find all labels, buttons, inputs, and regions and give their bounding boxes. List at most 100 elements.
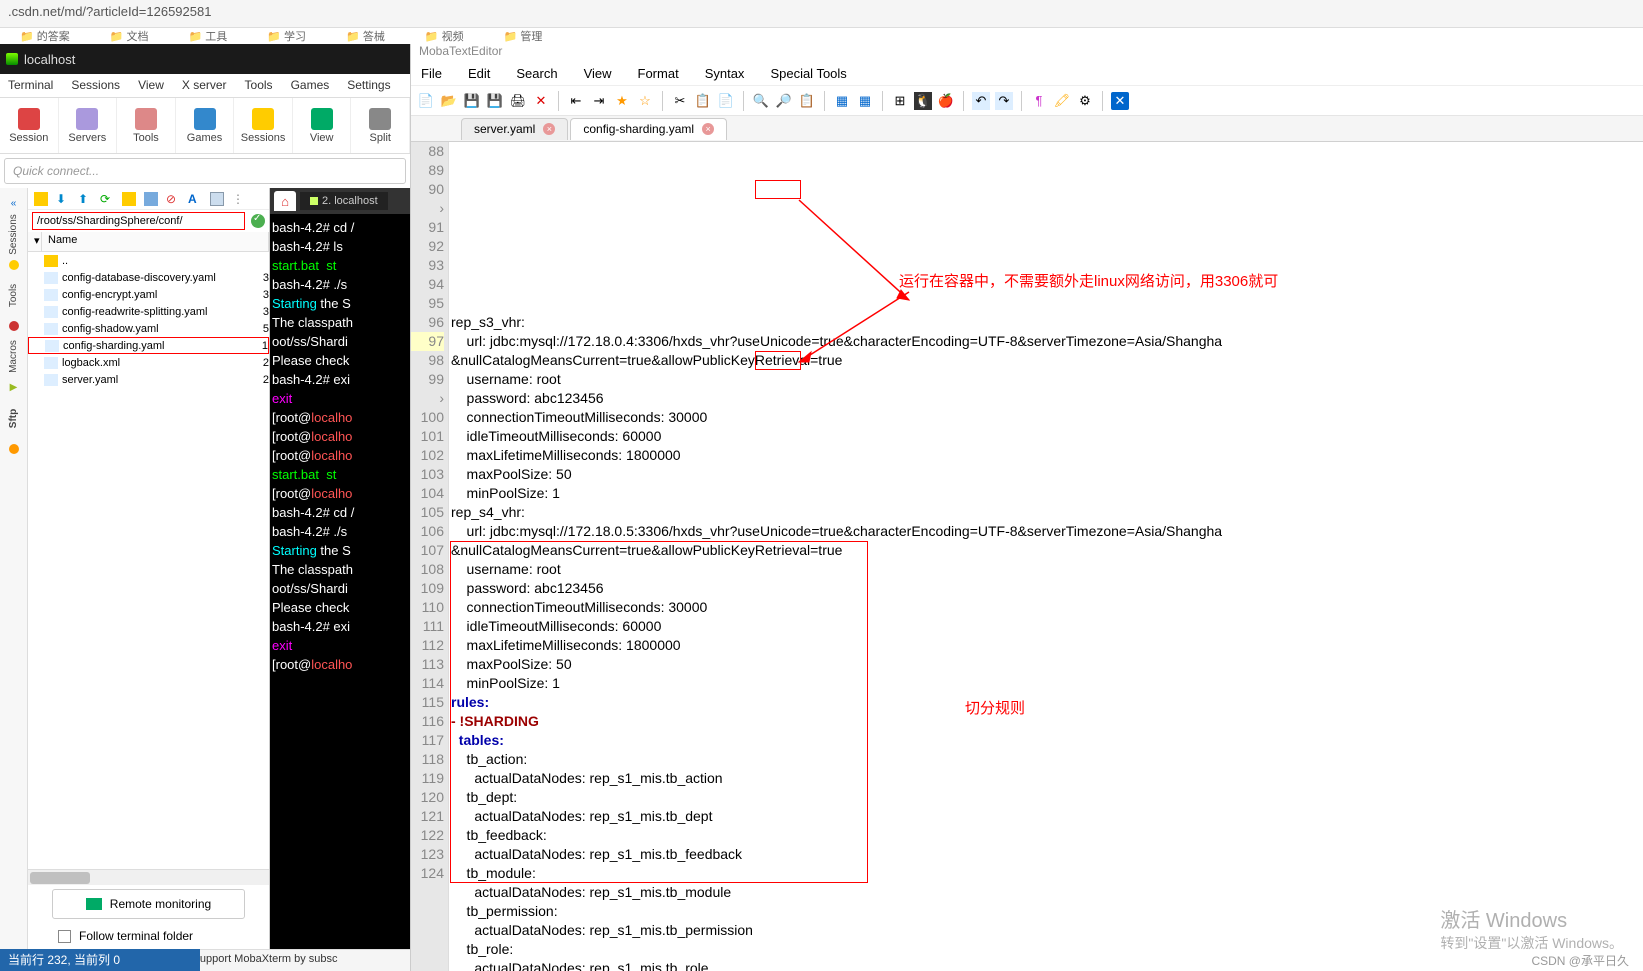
line-gutter: 888990 ›919293949596979899 ›100101102103…	[411, 142, 449, 971]
side-tab-macros[interactable]: Macros	[8, 340, 19, 373]
new-icon[interactable]: 📄	[417, 92, 435, 110]
tab-close-icon[interactable]: ×	[543, 123, 555, 135]
moba-menu-item[interactable]: View	[138, 78, 164, 93]
x-icon[interactable]: ✕	[1111, 92, 1129, 110]
saveall-icon[interactable]: 💾	[486, 92, 504, 110]
terminal-home-tab[interactable]: ⌂	[274, 191, 296, 211]
star2-icon[interactable]: ☆	[636, 92, 654, 110]
file-row[interactable]: config-encrypt.yaml3	[28, 286, 269, 303]
tb-view[interactable]: View	[293, 98, 352, 153]
paste-icon[interactable]: 📄	[717, 92, 735, 110]
side-tab-tools[interactable]: Tools	[8, 284, 19, 307]
sftp-panel: ⬇ ⬆ ⟳ ⊘ A ⋮ ▾Name ..config-datab	[28, 188, 270, 949]
file-row[interactable]: config-database-discovery.yaml3	[28, 269, 269, 286]
star-icon[interactable]: ★	[613, 92, 631, 110]
moba-menu-item[interactable]: Terminal	[8, 78, 53, 93]
side-tab-sftp[interactable]: Sftp	[8, 409, 19, 428]
windows-activation-watermark: 激活 Windows 转到"设置"以激活 Windows。	[1440, 904, 1623, 953]
cut-icon[interactable]: ✂	[671, 92, 689, 110]
highlight-icon[interactable]: 🖍	[1053, 92, 1071, 110]
tab-close-icon[interactable]: ×	[702, 123, 714, 135]
ed-menu-item[interactable]: File	[421, 66, 442, 83]
annotation-text-1: 运行在容器中，不需要额外走linux网络访问，用3306就可	[899, 272, 1278, 291]
terminal-panel[interactable]: ⌂ 2. localhost bash-4.2# cd /bash-4.2# l…	[270, 188, 410, 949]
outdent-icon[interactable]: ⇤	[567, 92, 585, 110]
moba-menubar[interactable]: Terminal Sessions View X server Tools Games Se…	[0, 74, 410, 98]
save-icon[interactable]: 💾	[463, 92, 481, 110]
replace-icon[interactable]: 🔎	[775, 92, 793, 110]
moba-side-tabs[interactable]: « Sessions Tools Macros ▶ Sftp	[0, 188, 28, 949]
file-icon[interactable]	[144, 192, 158, 206]
tb-session[interactable]: Session	[0, 98, 59, 153]
star-icon	[9, 260, 19, 270]
win-icon[interactable]: ⊞	[891, 92, 909, 110]
edit-icon[interactable]	[210, 192, 224, 206]
ed-menu-item[interactable]: Search	[516, 66, 557, 83]
file-row[interactable]: server.yaml2	[28, 371, 269, 388]
editor-toolbar[interactable]: 📄 📂 💾 💾 🖨 ✕ ⇤ ⇥ ★ ☆ ✂ 📋 📄 🔍 🔎 📋 ▦ ▦ ⊞ 🐧	[411, 86, 1643, 116]
pilcrow-icon[interactable]: ¶	[1030, 92, 1048, 110]
moba-menu-item[interactable]: Tools	[245, 78, 273, 93]
terminal-tab[interactable]: 2. localhost	[300, 192, 388, 210]
remote-monitoring-button[interactable]: Remote monitoring	[52, 889, 245, 919]
block2-icon[interactable]: ▦	[856, 92, 874, 110]
undo-icon[interactable]: ↶	[972, 92, 990, 110]
tb-split[interactable]: Split	[351, 98, 410, 153]
file-list-header[interactable]: ▾Name	[28, 232, 269, 252]
checkbox-icon[interactable]	[58, 930, 71, 943]
editor-menubar[interactable]: File Edit Search View Format Syntax Special To…	[411, 64, 1643, 86]
moba-menu-item[interactable]: Games	[291, 78, 330, 93]
search-icon[interactable]: 🔍	[752, 92, 770, 110]
moba-menu-item[interactable]: Settings	[347, 78, 390, 93]
penguin-icon[interactable]: 🐧	[914, 92, 932, 110]
block1-icon[interactable]: ▦	[833, 92, 851, 110]
moba-toolbar: SessionServersToolsGamesSessionsViewSpli…	[0, 98, 410, 154]
redo-icon[interactable]: ↷	[995, 92, 1013, 110]
sftp-path-input[interactable]	[32, 212, 245, 230]
folder-icon[interactable]	[34, 192, 48, 206]
moba-menu-item[interactable]: X server	[182, 78, 227, 93]
moba-menu-item[interactable]: Sessions	[71, 78, 120, 93]
apple-icon[interactable]: 🍎	[937, 92, 955, 110]
code-content[interactable]: 运行在容器中，不需要额外走linux网络访问，用3306就可 切分规则 rep_…	[449, 142, 1643, 971]
file-row[interactable]: config-readwrite-splitting.yaml3	[28, 303, 269, 320]
file-list[interactable]: ..config-database-discovery.yaml3config-…	[28, 252, 269, 869]
open-icon[interactable]: 📂	[440, 92, 458, 110]
goto-icon[interactable]: 📋	[798, 92, 816, 110]
tb-games[interactable]: Games	[176, 98, 235, 153]
editor-area[interactable]: 888990 ›919293949596979899 ›100101102103…	[411, 142, 1643, 971]
ed-menu-item[interactable]: View	[584, 66, 612, 83]
file-row[interactable]: logback.xml2	[28, 354, 269, 371]
gear-icon[interactable]: ⚙	[1076, 92, 1094, 110]
sftp-icon	[9, 444, 19, 454]
indent-icon[interactable]: ⇥	[590, 92, 608, 110]
file-row[interactable]: ..	[28, 252, 269, 269]
annotation-box-1	[755, 180, 801, 199]
quick-connect-input[interactable]: Quick connect...	[4, 158, 406, 184]
tb-sessions[interactable]: Sessions	[234, 98, 293, 153]
editor-titlebar: MobaTextEditor	[411, 44, 1643, 64]
tb-tools[interactable]: Tools	[117, 98, 176, 153]
monitor-icon	[86, 898, 102, 910]
ed-menu-item[interactable]: Edit	[468, 66, 490, 83]
close-icon[interactable]: ✕	[532, 92, 550, 110]
sftp-hscroll[interactable]	[28, 869, 269, 885]
copy-icon[interactable]: 📋	[694, 92, 712, 110]
moba-titlebar: localhost	[0, 44, 410, 74]
text-editor-window: MobaTextEditor File Edit Search View Format S…	[411, 44, 1643, 971]
sftp-iconbar[interactable]: ⬇ ⬆ ⟳ ⊘ A ⋮	[28, 188, 269, 210]
tb-servers[interactable]: Servers	[59, 98, 118, 153]
file-row[interactable]: config-sharding.yaml1	[28, 337, 269, 354]
ed-menu-item[interactable]: Special Tools	[770, 66, 846, 83]
ed-menu-item[interactable]: Format	[638, 66, 679, 83]
ed-menu-item[interactable]: Syntax	[705, 66, 745, 83]
editor-tabs[interactable]: server.yaml× config-sharding.yaml×	[411, 116, 1643, 142]
follow-terminal-checkbox[interactable]: Follow terminal folder	[28, 923, 269, 949]
newfolder-icon[interactable]	[122, 192, 136, 206]
editor-tab-server[interactable]: server.yaml×	[461, 118, 568, 140]
file-row[interactable]: config-shadow.yaml5	[28, 320, 269, 337]
csdn-watermark: CSDN @承平日久	[1531, 952, 1629, 969]
editor-tab-sharding[interactable]: config-sharding.yaml×	[570, 118, 727, 140]
print-icon[interactable]: 🖨	[509, 92, 527, 110]
side-tab-sessions[interactable]: Sessions	[8, 214, 19, 255]
